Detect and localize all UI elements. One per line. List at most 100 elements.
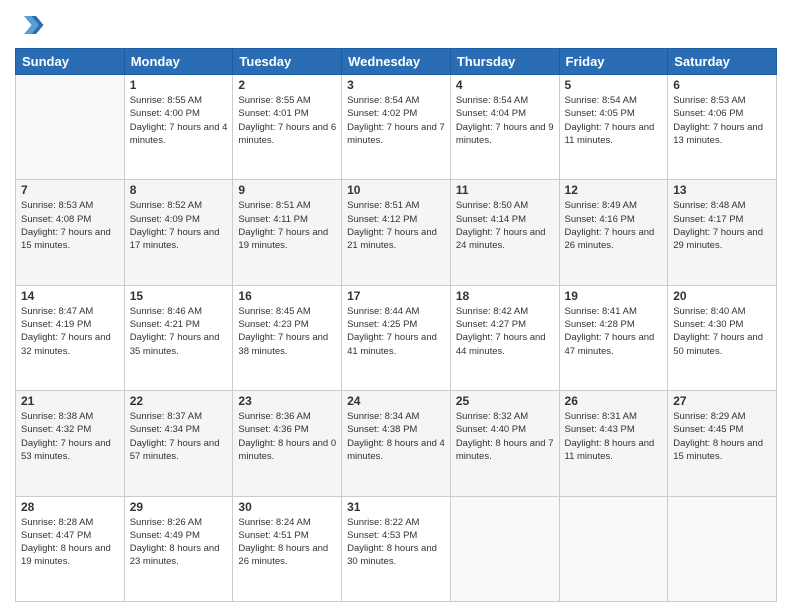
daylight-text: Daylight: 7 hours and 21 minutes. bbox=[347, 226, 445, 253]
sunrise-text: Sunrise: 8:54 AM bbox=[347, 94, 445, 107]
calendar-cell: 30Sunrise: 8:24 AMSunset: 4:51 PMDayligh… bbox=[233, 496, 342, 601]
calendar-cell: 10Sunrise: 8:51 AMSunset: 4:12 PMDayligh… bbox=[342, 180, 451, 285]
calendar-cell bbox=[559, 496, 668, 601]
sunset-text: Sunset: 4:34 PM bbox=[130, 423, 228, 436]
sunrise-text: Sunrise: 8:40 AM bbox=[673, 305, 771, 318]
calendar-cell: 12Sunrise: 8:49 AMSunset: 4:16 PMDayligh… bbox=[559, 180, 668, 285]
sunrise-text: Sunrise: 8:53 AM bbox=[673, 94, 771, 107]
calendar-header-wednesday: Wednesday bbox=[342, 49, 451, 75]
daylight-text: Daylight: 8 hours and 19 minutes. bbox=[21, 542, 119, 569]
day-number: 27 bbox=[673, 394, 771, 408]
daylight-text: Daylight: 8 hours and 23 minutes. bbox=[130, 542, 228, 569]
calendar-header-row: SundayMondayTuesdayWednesdayThursdayFrid… bbox=[16, 49, 777, 75]
calendar-cell: 26Sunrise: 8:31 AMSunset: 4:43 PMDayligh… bbox=[559, 391, 668, 496]
daylight-text: Daylight: 7 hours and 26 minutes. bbox=[565, 226, 663, 253]
daylight-text: Daylight: 7 hours and 6 minutes. bbox=[238, 121, 336, 148]
calendar-cell: 29 Sunrise: 8:26 AMSunset: 4:49 PMDayligh… bbox=[124, 496, 233, 601]
sunset-text: Sunset: 4:11 PM bbox=[238, 213, 336, 226]
sunset-text: Sunset: 4:49 PM bbox=[130, 529, 228, 542]
calendar-cell: 31Sunrise: 8:22 AMSunset: 4:53 PMDayligh… bbox=[342, 496, 451, 601]
daylight-text: Daylight: 7 hours and 29 minutes. bbox=[673, 226, 771, 253]
daylight-text: Daylight: 7 hours and 57 minutes. bbox=[130, 437, 228, 464]
day-number: 20 bbox=[673, 289, 771, 303]
day-number: 29 bbox=[130, 500, 228, 514]
daylight-text: Daylight: 8 hours and 7 minutes. bbox=[456, 437, 554, 464]
sunrise-text: Sunrise: 8:34 AM bbox=[347, 410, 445, 423]
calendar-cell: 23 Sunrise: 8:36 AMSunset: 4:36 PMDayligh… bbox=[233, 391, 342, 496]
sunset-text: Sunset: 4:40 PM bbox=[456, 423, 554, 436]
sunrise-text: Sunrise: 8:52 AM bbox=[130, 199, 228, 212]
sunset-text: Sunset: 4:53 PM bbox=[347, 529, 445, 542]
sunset-text: Sunset: 4:45 PM bbox=[673, 423, 771, 436]
daylight-text: Daylight: 7 hours and 17 minutes. bbox=[130, 226, 228, 253]
sunset-text: Sunset: 4:51 PM bbox=[238, 529, 336, 542]
day-number: 23 bbox=[238, 394, 336, 408]
sunset-text: Sunset: 4:05 PM bbox=[565, 107, 663, 120]
calendar-cell: 16Sunrise: 8:45 AMSunset: 4:23 PMDayligh… bbox=[233, 285, 342, 390]
sunset-text: Sunset: 4:36 PM bbox=[238, 423, 336, 436]
calendar-header-thursday: Thursday bbox=[450, 49, 559, 75]
day-number: 12 bbox=[565, 183, 663, 197]
sunrise-text: Sunrise: 8:55 AM bbox=[130, 94, 228, 107]
day-number: 6 bbox=[673, 78, 771, 92]
daylight-text: Daylight: 7 hours and 41 minutes. bbox=[347, 331, 445, 358]
day-number: 3 bbox=[347, 78, 445, 92]
day-number: 19 bbox=[565, 289, 663, 303]
calendar-cell: 13Sunrise: 8:48 AMSunset: 4:17 PMDayligh… bbox=[668, 180, 777, 285]
sunset-text: Sunset: 4:23 PM bbox=[238, 318, 336, 331]
daylight-text: Daylight: 7 hours and 11 minutes. bbox=[565, 121, 663, 148]
daylight-text: Daylight: 7 hours and 47 minutes. bbox=[565, 331, 663, 358]
calendar-week-row: 1 Sunrise: 8:55 AMSunset: 4:00 PM Daylight… bbox=[16, 75, 777, 180]
day-number: 17 bbox=[347, 289, 445, 303]
header bbox=[15, 10, 777, 40]
sunrise-text: Sunrise: 8:53 AM bbox=[21, 199, 119, 212]
page: SundayMondayTuesdayWednesdayThursdayFrid… bbox=[0, 0, 792, 612]
daylight-text: Daylight: 8 hours and 4 minutes. bbox=[347, 437, 445, 464]
daylight-text: Daylight: 7 hours and 44 minutes. bbox=[456, 331, 554, 358]
calendar-cell bbox=[668, 496, 777, 601]
sunset-text: Sunset: 4:02 PM bbox=[347, 107, 445, 120]
calendar-cell: 3Sunrise: 8:54 AMSunset: 4:02 PMDaylight… bbox=[342, 75, 451, 180]
daylight-text: Daylight: 8 hours and 11 minutes. bbox=[565, 437, 663, 464]
sunset-text: Sunset: 4:32 PM bbox=[21, 423, 119, 436]
sunrise-text: Sunrise: 8:49 AM bbox=[565, 199, 663, 212]
calendar-cell: 20 Sunrise: 8:40 AMSunset: 4:30 PMDayligh… bbox=[668, 285, 777, 390]
daylight-text: Daylight: 7 hours and 9 minutes. bbox=[456, 121, 554, 148]
calendar-header-tuesday: Tuesday bbox=[233, 49, 342, 75]
day-number: 1 bbox=[130, 78, 228, 92]
calendar-cell: 24Sunrise: 8:34 AMSunset: 4:38 PMDayligh… bbox=[342, 391, 451, 496]
daylight-text: Daylight: 8 hours and 26 minutes. bbox=[238, 542, 336, 569]
sunset-text: Sunset: 4:27 PM bbox=[456, 318, 554, 331]
sunrise-text: Sunrise: 8:38 AM bbox=[21, 410, 119, 423]
day-number: 25 bbox=[456, 394, 554, 408]
calendar-cell: 8Sunrise: 8:52 AMSunset: 4:09 PMDaylight… bbox=[124, 180, 233, 285]
sunrise-text: Sunrise: 8:26 AM bbox=[130, 516, 228, 529]
calendar-cell bbox=[16, 75, 125, 180]
calendar-cell: 25Sunrise: 8:32 AMSunset: 4:40 PMDayligh… bbox=[450, 391, 559, 496]
daylight-text: Daylight: 8 hours and 0 minutes. bbox=[238, 437, 336, 464]
daylight-text: Daylight: 7 hours and 32 minutes. bbox=[21, 331, 119, 358]
sunset-text: Sunset: 4:19 PM bbox=[21, 318, 119, 331]
daylight-text: Daylight: 7 hours and 19 minutes. bbox=[238, 226, 336, 253]
sunset-text: Sunset: 4:00 PM bbox=[130, 107, 228, 120]
sunset-text: Sunset: 4:21 PM bbox=[130, 318, 228, 331]
daylight-text: Daylight: 7 hours and 15 minutes. bbox=[21, 226, 119, 253]
day-number: 18 bbox=[456, 289, 554, 303]
day-number: 21 bbox=[21, 394, 119, 408]
sunrise-text: Sunrise: 8:51 AM bbox=[238, 199, 336, 212]
sunset-text: Sunset: 4:30 PM bbox=[673, 318, 771, 331]
sunrise-text: Sunrise: 8:31 AM bbox=[565, 410, 663, 423]
calendar-week-row: 14Sunrise: 8:47 AMSunset: 4:19 PMDayligh… bbox=[16, 285, 777, 390]
calendar-cell: 15Sunrise: 8:46 AMSunset: 4:21 PMDayligh… bbox=[124, 285, 233, 390]
sunrise-text: Sunrise: 8:45 AM bbox=[238, 305, 336, 318]
day-number: 8 bbox=[130, 183, 228, 197]
daylight-text: Daylight: 8 hours and 15 minutes. bbox=[673, 437, 771, 464]
sunset-text: Sunset: 4:04 PM bbox=[456, 107, 554, 120]
daylight-text: Daylight: 7 hours and 38 minutes. bbox=[238, 331, 336, 358]
sunrise-text: Sunrise: 8:36 AM bbox=[238, 410, 336, 423]
calendar-cell: 2Sunrise: 8:55 AMSunset: 4:01 PMDaylight… bbox=[233, 75, 342, 180]
day-number: 10 bbox=[347, 183, 445, 197]
calendar-cell: 28Sunrise: 8:28 AMSunset: 4:47 PMDayligh… bbox=[16, 496, 125, 601]
daylight-text: Daylight: 7 hours and 50 minutes. bbox=[673, 331, 771, 358]
sunset-text: Sunset: 4:28 PM bbox=[565, 318, 663, 331]
